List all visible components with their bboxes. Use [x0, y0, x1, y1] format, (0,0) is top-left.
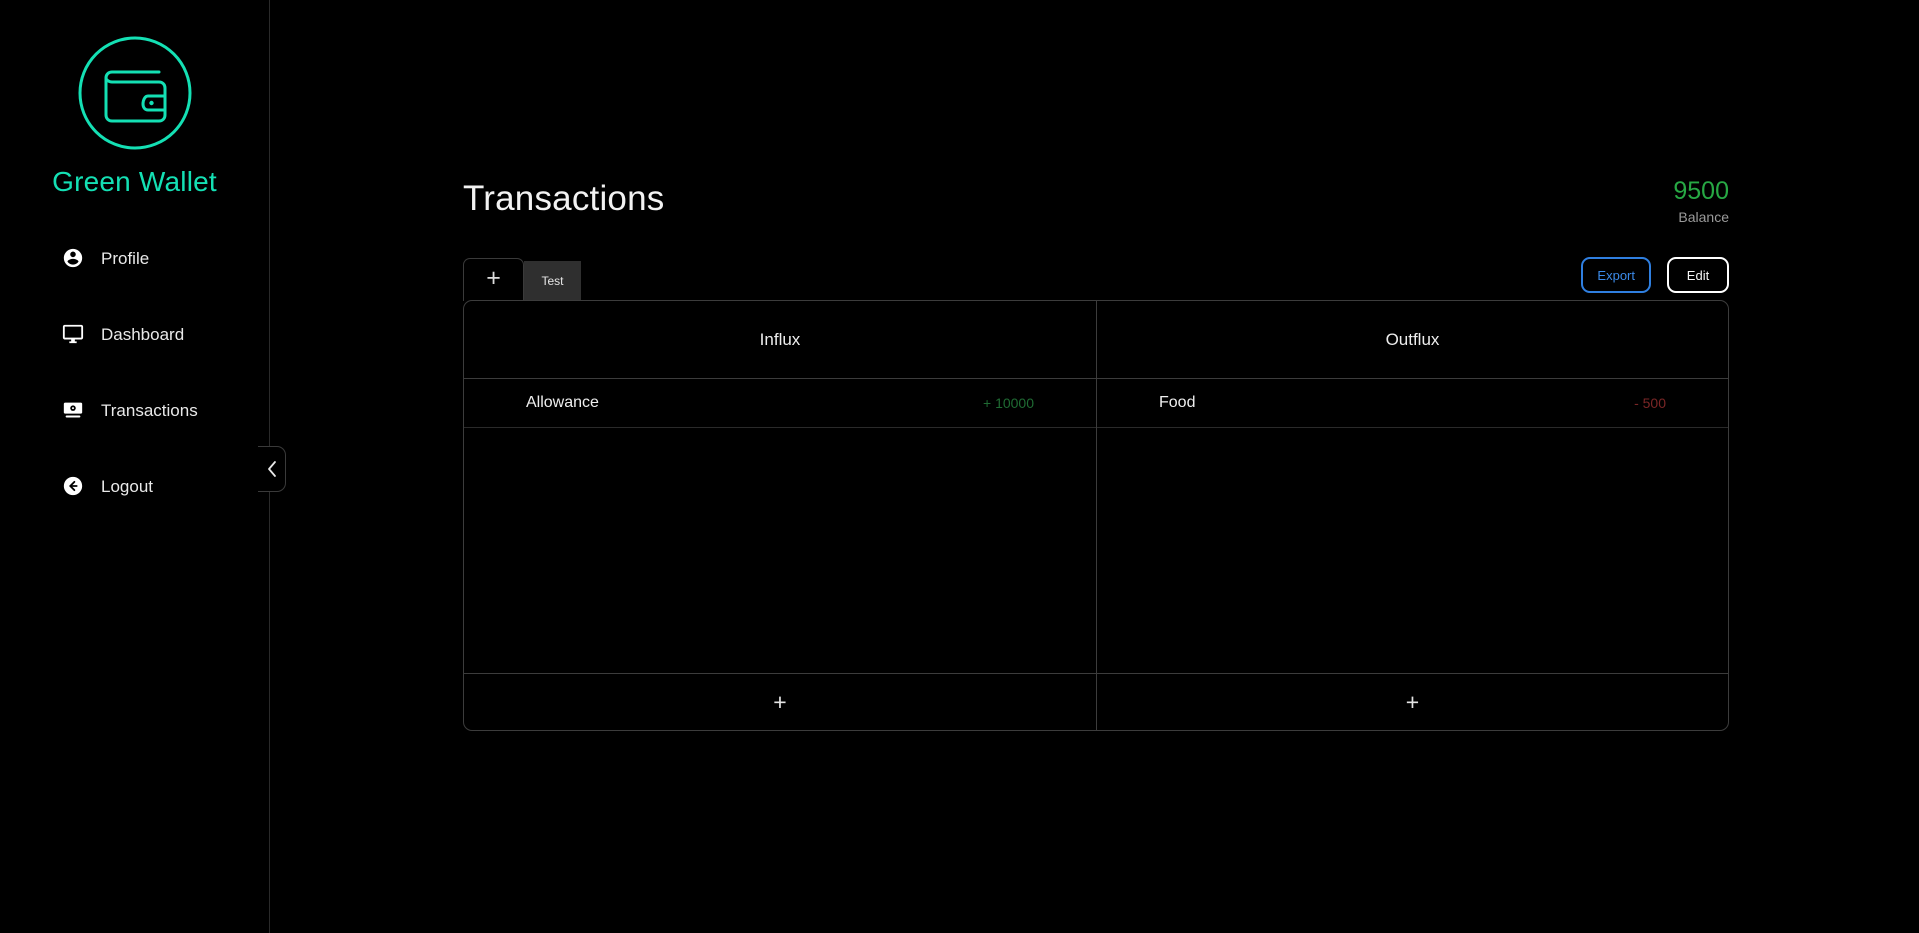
- page-title: Transactions: [463, 179, 665, 218]
- toolbar-actions: Export Edit: [1581, 257, 1729, 293]
- sidebar-item-label: Logout: [101, 476, 153, 496]
- sidebar-item-profile[interactable]: Profile: [62, 238, 149, 278]
- sidebar-item-dashboard[interactable]: Dashboard: [62, 314, 184, 354]
- sidebar-item-label: Dashboard: [101, 324, 185, 344]
- sidebar-nav: Profile Dashboard Transactions Logout: [0, 238, 269, 542]
- tab-test[interactable]: Test: [524, 261, 581, 301]
- export-button[interactable]: Export: [1581, 257, 1651, 293]
- sidebar-item-label: Transactions: [101, 400, 198, 420]
- transactions-table: Influx Allowance + 10000 + Outflux Food …: [463, 300, 1729, 731]
- row-name: Food: [1159, 394, 1196, 411]
- row-amount: + 10000: [983, 395, 1034, 411]
- main-content: Transactions 9500 Balance + Test Export …: [270, 0, 1919, 933]
- column-influx: Influx Allowance + 10000 +: [464, 301, 1096, 730]
- sidebar-item-label: Profile: [101, 248, 150, 268]
- column-header: Outflux: [1097, 301, 1728, 379]
- column-outflux: Outflux Food - 500 +: [1096, 301, 1728, 730]
- balance-label: Balance: [1678, 208, 1729, 225]
- sidebar: Green Wallet Profile Dashboard Transacti…: [0, 0, 286, 933]
- balance-summary: 9500 Balance: [1673, 177, 1729, 225]
- chevron-left-icon: [266, 460, 278, 478]
- balance-value: 9500: [1673, 177, 1729, 205]
- column-rows: Food - 500: [1097, 379, 1728, 673]
- row-amount: - 500: [1634, 395, 1666, 411]
- table-row[interactable]: Food - 500: [1097, 379, 1728, 428]
- brand-name: Green Wallet: [52, 166, 217, 197]
- tab-strip: + Test: [463, 258, 581, 301]
- arrow-left-circle-icon: [62, 475, 84, 497]
- account-circle-icon: [62, 247, 84, 269]
- add-tab-button[interactable]: +: [463, 258, 524, 301]
- column-empty-space: [1097, 428, 1728, 673]
- desktop-monitor-icon: [62, 323, 84, 345]
- edit-button[interactable]: Edit: [1667, 257, 1729, 293]
- banknote-icon: [62, 399, 84, 421]
- sidebar-item-logout[interactable]: Logout: [62, 466, 153, 506]
- table-row[interactable]: Allowance + 10000: [464, 379, 1096, 428]
- add-outflux-button[interactable]: +: [1097, 673, 1728, 730]
- app-root: Green Wallet Profile Dashboard Transacti…: [0, 0, 1919, 933]
- column-header: Influx: [464, 301, 1096, 379]
- toolbar: + Test Export Edit: [463, 257, 1729, 306]
- column-rows: Allowance + 10000: [464, 379, 1096, 673]
- sidebar-item-transactions[interactable]: Transactions: [62, 390, 198, 430]
- add-influx-button[interactable]: +: [464, 673, 1096, 730]
- sidebar-collapse-button[interactable]: [258, 446, 286, 492]
- column-empty-space: [464, 428, 1096, 673]
- row-name: Allowance: [526, 394, 599, 411]
- wallet-icon: [76, 34, 194, 152]
